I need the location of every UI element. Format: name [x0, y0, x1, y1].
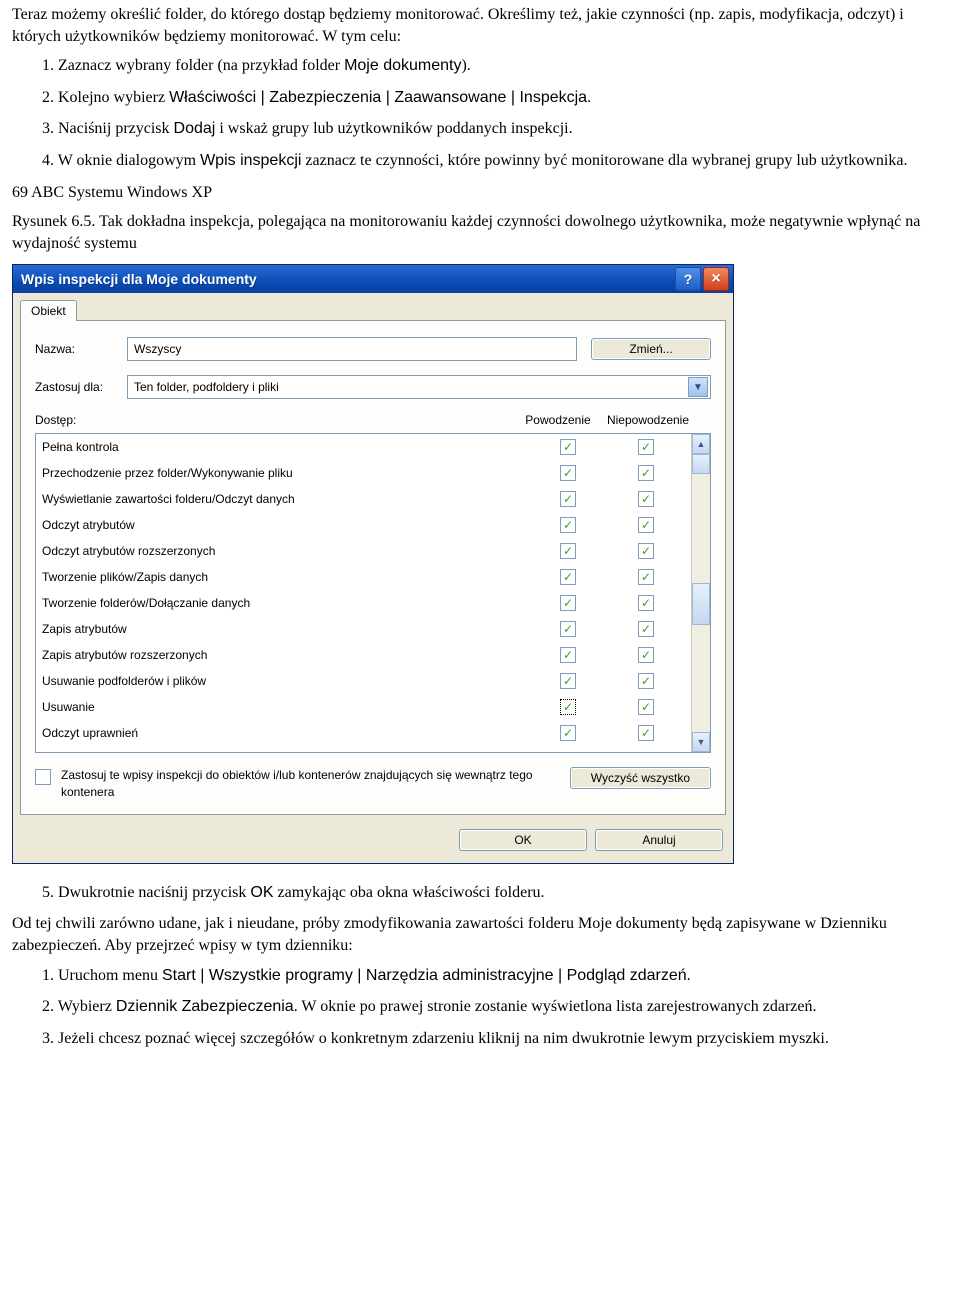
scrollbar[interactable]: ▲ ▼: [691, 434, 710, 752]
permission-name: Odczyt atrybutów: [42, 518, 529, 532]
dialog-window: Wpis inspekcji dla Moje dokumenty ? × Ob…: [12, 264, 734, 863]
permissions-listbox: Pełna kontrola ✓ ✓ Przechodzenie przez fold…: [35, 433, 711, 753]
permission-row[interactable]: Odczyt atrybutów ✓ ✓: [36, 512, 691, 538]
permission-name: Usuwanie podfolderów i plików: [42, 674, 529, 688]
permission-row[interactable]: Usuwanie ✓ ✓: [36, 694, 691, 720]
fail-checkbox[interactable]: ✓: [638, 439, 654, 455]
fail-header: Niepowodzenie: [603, 413, 693, 427]
fail-checkbox[interactable]: ✓: [638, 543, 654, 559]
permission-name: Odczyt atrybutów rozszerzonych: [42, 544, 529, 558]
permission-row[interactable]: Tworzenie folderów/Dołączanie danych ✓ ✓: [36, 590, 691, 616]
fail-checkbox[interactable]: ✓: [638, 517, 654, 533]
permission-name: Wyświetlanie zawartości folderu/Odczyt d…: [42, 492, 529, 506]
fail-checkbox[interactable]: ✓: [638, 595, 654, 611]
success-checkbox[interactable]: ✓: [560, 699, 576, 715]
scroll-up-icon[interactable]: ▲: [692, 434, 710, 454]
success-checkbox[interactable]: ✓: [560, 595, 576, 611]
success-checkbox[interactable]: ✓: [560, 673, 576, 689]
permission-name: Tworzenie plików/Zapis danych: [42, 570, 529, 584]
name-label: Nazwa:: [35, 342, 127, 356]
permission-name: Przechodzenie przez folder/Wykonywanie p…: [42, 466, 529, 480]
name-field[interactable]: Wszyscy: [127, 337, 577, 361]
permission-row[interactable]: Tworzenie plików/Zapis danych ✓ ✓: [36, 564, 691, 590]
permission-name: Odczyt uprawnień: [42, 726, 529, 740]
after-paragraph: Od tej chwili zarówno udane, jak i nieud…: [12, 913, 948, 956]
intro-paragraph: Teraz możemy określić folder, do którego…: [12, 4, 948, 47]
step-1: 1. Zaznacz wybrany folder (na przykład f…: [60, 55, 948, 77]
success-checkbox[interactable]: ✓: [560, 569, 576, 585]
title-bar[interactable]: Wpis inspekcji dla Moje dokumenty ? ×: [13, 265, 733, 293]
fail-checkbox[interactable]: ✓: [638, 647, 654, 663]
mid-note: 69 ABC Systemu Windows XP: [12, 182, 948, 204]
apply-for-label: Zastosuj dla:: [35, 380, 127, 394]
permission-row[interactable]: Odczyt uprawnień ✓ ✓: [36, 720, 691, 746]
step-b2: 2. Wybierz Dziennik Zabezpieczenia. W ok…: [60, 996, 948, 1018]
fail-checkbox[interactable]: ✓: [638, 621, 654, 637]
permission-row[interactable]: Odczyt atrybutów rozszerzonych ✓ ✓: [36, 538, 691, 564]
apply-nested-checkbox[interactable]: [35, 769, 51, 785]
step-5-wrap: 5. Dwukrotnie naciśnij przycisk OK zamyk…: [12, 882, 948, 904]
apply-nested-label: Zastosuj te wpisy inspekcji do obiektów …: [61, 767, 570, 799]
scroll-down-icon[interactable]: ▼: [692, 732, 710, 752]
fail-checkbox[interactable]: ✓: [638, 673, 654, 689]
steps-list-2: 1. Uruchom menu Start | Wszystkie progra…: [12, 965, 948, 1050]
apply-for-dropdown[interactable]: Ten folder, podfoldery i pliki ▼: [127, 375, 711, 399]
fail-checkbox[interactable]: ✓: [638, 699, 654, 715]
success-checkbox[interactable]: ✓: [560, 647, 576, 663]
step-2: 2. Kolejno wybierz Właściwości | Zabezpi…: [60, 87, 948, 109]
steps-list-1: 1. Zaznacz wybrany folder (na przykład f…: [12, 55, 948, 171]
permission-row[interactable]: Pełna kontrola ✓ ✓: [36, 434, 691, 460]
success-header: Powodzenie: [513, 413, 603, 427]
permission-name: Usuwanie: [42, 700, 529, 714]
permission-name: Pełna kontrola: [42, 440, 529, 454]
figure-caption: Rysunek 6.5. Tak dokładna inspekcja, pol…: [12, 211, 948, 254]
change-button[interactable]: Zmień...: [591, 338, 711, 360]
fail-checkbox[interactable]: ✓: [638, 491, 654, 507]
permission-row[interactable]: Usuwanie podfolderów i plików ✓ ✓: [36, 668, 691, 694]
chevron-down-icon: ▼: [688, 377, 708, 397]
success-checkbox[interactable]: ✓: [560, 439, 576, 455]
permission-row[interactable]: Wyświetlanie zawartości folderu/Odczyt d…: [36, 486, 691, 512]
permission-name: Tworzenie folderów/Dołączanie danych: [42, 596, 529, 610]
cancel-button[interactable]: Anuluj: [595, 829, 723, 851]
fail-checkbox[interactable]: ✓: [638, 465, 654, 481]
access-header: Dostęp:: [35, 413, 513, 427]
permission-row[interactable]: Przechodzenie przez folder/Wykonywanie p…: [36, 460, 691, 486]
success-checkbox[interactable]: ✓: [560, 725, 576, 741]
success-checkbox[interactable]: ✓: [560, 491, 576, 507]
help-icon[interactable]: ?: [675, 267, 701, 291]
clear-all-button[interactable]: Wyczyść wszystko: [570, 767, 711, 789]
step-3: 3. Naciśnij przycisk Dodaj i wskaż grupy…: [60, 118, 948, 140]
permission-name: Zapis atrybutów rozszerzonych: [42, 648, 529, 662]
step-5: 5. Dwukrotnie naciśnij przycisk OK zamyk…: [60, 882, 948, 904]
success-checkbox[interactable]: ✓: [560, 517, 576, 533]
fail-checkbox[interactable]: ✓: [638, 725, 654, 741]
permission-row[interactable]: Zapis atrybutów rozszerzonych ✓ ✓: [36, 642, 691, 668]
fail-checkbox[interactable]: ✓: [638, 569, 654, 585]
permission-name: Zapis atrybutów: [42, 622, 529, 636]
close-icon[interactable]: ×: [703, 267, 729, 291]
success-checkbox[interactable]: ✓: [560, 543, 576, 559]
ok-button[interactable]: OK: [459, 829, 587, 851]
step-b1: 1. Uruchom menu Start | Wszystkie progra…: [60, 965, 948, 987]
tab-object[interactable]: Obiekt: [20, 300, 77, 321]
step-b3: 3. Jeżeli chcesz poznać więcej szczegółó…: [60, 1028, 948, 1050]
step-4: 4. W oknie dialogowym Wpis inspekcji zaz…: [60, 150, 948, 172]
success-checkbox[interactable]: ✓: [560, 621, 576, 637]
title-text: Wpis inspekcji dla Moje dokumenty: [21, 271, 257, 287]
success-checkbox[interactable]: ✓: [560, 465, 576, 481]
permission-row[interactable]: Zapis atrybutów ✓ ✓: [36, 616, 691, 642]
